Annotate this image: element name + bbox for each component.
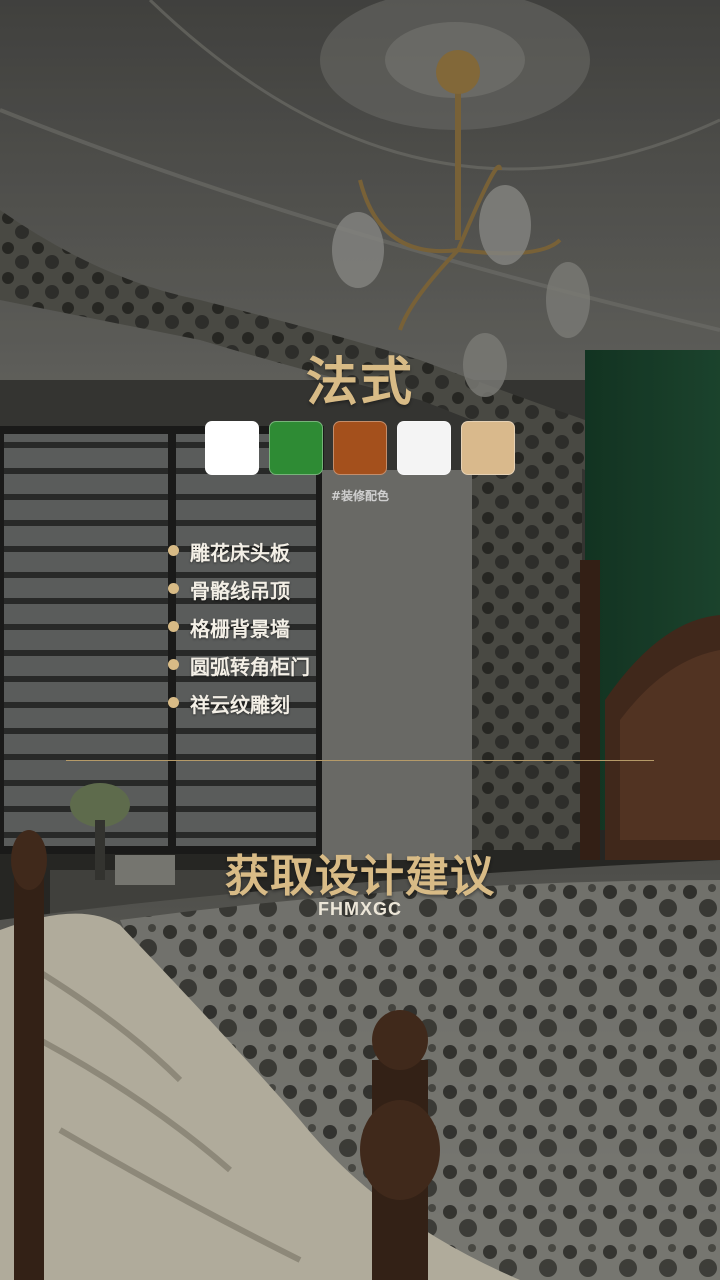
feature-label: 格栅背景墙 bbox=[190, 617, 290, 641]
bullet-icon bbox=[168, 583, 179, 594]
feature-item: 祥云纹雕刻 bbox=[168, 686, 428, 724]
color-swatch-white bbox=[205, 421, 259, 475]
bullet-icon bbox=[168, 697, 179, 708]
feature-label: 祥云纹雕刻 bbox=[190, 693, 290, 717]
bullet-icon bbox=[168, 545, 179, 556]
poster: 法式 #装修配色 雕花床头板 骨骼线吊顶 格栅背景墙 圆弧转角柜门 祥云纹雕刻 … bbox=[0, 0, 720, 1280]
feature-item: 骨骼线吊顶 bbox=[168, 572, 428, 610]
feature-label: 骨骼线吊顶 bbox=[190, 579, 290, 603]
color-swatch-rust bbox=[333, 421, 387, 475]
bullet-icon bbox=[168, 659, 179, 670]
bullet-icon bbox=[168, 621, 179, 632]
color-palette bbox=[205, 421, 516, 475]
cta-heading: 获取设计建议 bbox=[225, 851, 495, 902]
color-swatch-off-white bbox=[397, 421, 451, 475]
promo-code: FHMXGC bbox=[318, 899, 402, 919]
divider bbox=[66, 760, 654, 761]
color-swatch-green bbox=[269, 421, 323, 475]
feature-label: 圆弧转角柜门 bbox=[190, 655, 310, 679]
feature-item: 雕花床头板 bbox=[168, 534, 428, 572]
style-title: 法式 bbox=[305, 353, 414, 413]
feature-item: 格栅背景墙 bbox=[168, 610, 428, 648]
color-swatch-beige bbox=[461, 421, 515, 475]
hashtag: #装修配色 bbox=[330, 489, 390, 503]
feature-list: 雕花床头板 骨骼线吊顶 格栅背景墙 圆弧转角柜门 祥云纹雕刻 bbox=[168, 534, 428, 724]
feature-label: 雕花床头板 bbox=[190, 541, 290, 565]
feature-item: 圆弧转角柜门 bbox=[168, 648, 428, 686]
